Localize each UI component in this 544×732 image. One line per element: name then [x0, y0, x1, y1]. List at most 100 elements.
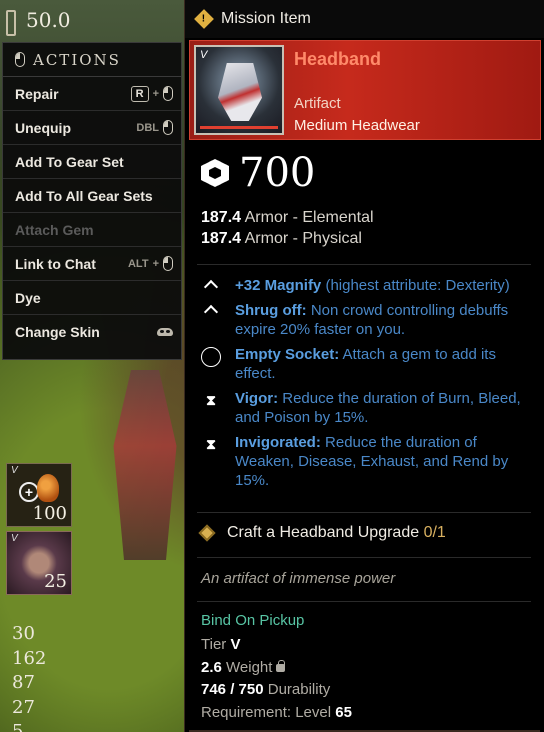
weight-label: Weight	[226, 658, 273, 676]
action-dye[interactable]: Dye	[3, 281, 181, 315]
key-alt: ALT	[127, 257, 149, 270]
mouse-icon	[163, 256, 173, 271]
weight-bar-icon	[6, 10, 16, 36]
action-label: Dye	[15, 289, 41, 306]
mouse-icon	[163, 120, 173, 135]
craft-count: 0/1	[423, 524, 446, 541]
gear-score: 700	[201, 150, 315, 196]
mouse-icon	[15, 52, 25, 67]
bind-status: Bind On Pickup	[201, 612, 305, 629]
item-rarity: Artifact	[294, 95, 341, 112]
actions-menu: ACTIONS Repair R + Unequip DBL Add To Ge…	[2, 42, 182, 360]
perk-name: Shrug off:	[235, 302, 307, 319]
perk-name: Vigor:	[235, 390, 279, 407]
item-info: Tier V 2.6 Weight 746 / 750 Durability R…	[201, 634, 352, 724]
action-label: Attach Gem	[15, 221, 94, 238]
hourglass-icon: ⧗	[206, 436, 216, 452]
armor-label: Armor - Elemental	[244, 209, 374, 226]
slot-quantity: 25	[44, 571, 67, 592]
divider	[197, 512, 531, 513]
action-add-to-gear-set[interactable]: Add To Gear Set	[3, 145, 181, 179]
armor-row: 187.4 Armor - Physical	[201, 228, 374, 249]
action-label: Link to Chat	[15, 255, 96, 272]
divider	[197, 264, 531, 265]
headband-icon	[218, 63, 262, 121]
divider	[197, 557, 531, 558]
perk-item: +32 Magnify (highest attribute: Dexterit…	[201, 276, 531, 295]
action-label: Change Skin	[15, 324, 100, 340]
craft-label: Craft a Headband Upgrade	[227, 524, 420, 541]
armor-value: 187.4	[201, 209, 242, 226]
item-type: Medium Headwear	[294, 117, 420, 134]
requirement-row: Requirement: Level 65	[201, 702, 352, 725]
perk-item: ⧗ Invigorated: Reduce the duration of We…	[201, 433, 531, 490]
key-dbl: DBL	[136, 121, 159, 134]
side-stat: 87	[12, 672, 35, 693]
gear-score-icon	[201, 159, 229, 187]
perk-item: Empty Socket: Attach a gem to add its ef…	[201, 345, 531, 383]
key-r: R	[130, 85, 149, 102]
slot-tier: V	[11, 533, 18, 544]
action-link-to-chat[interactable]: Link to Chat ALT +	[3, 247, 181, 281]
perk-name: +32 Magnify	[235, 277, 322, 294]
perk-list: +32 Magnify (highest attribute: Dexterit…	[201, 276, 531, 496]
hourglass-icon: ⧗	[206, 392, 216, 408]
side-stats: 30 162 87 27 5	[12, 622, 46, 732]
mission-label: Mission Item	[221, 10, 311, 27]
perk-desc: Reduce the duration of Burn, Bleed, and …	[235, 390, 521, 426]
armor-value: 187.4	[201, 230, 242, 247]
armor-row: 187.4 Armor - Elemental	[201, 207, 374, 228]
tier-label: Tier	[201, 636, 227, 653]
action-change-skin[interactable]: Change Skin	[3, 315, 181, 349]
durability-value: 746 / 750	[201, 681, 264, 698]
side-stat: 27	[12, 696, 35, 718]
action-hint: DBL	[136, 120, 173, 135]
chevron-up-icon	[201, 301, 221, 339]
perk-item: ⧗ Vigor: Reduce the duration of Burn, Bl…	[201, 389, 531, 427]
flavor-text: An artifact of immense power	[201, 570, 396, 587]
item-name: Headband	[294, 49, 382, 69]
plus-icon: +	[19, 482, 39, 502]
craft-objective: Craft a Headband Upgrade 0/1	[198, 524, 446, 542]
chevron-up-icon	[201, 276, 221, 295]
actions-title: ACTIONS	[33, 50, 121, 69]
perk-name: Invigorated:	[235, 434, 321, 451]
tier-row: Tier V	[201, 634, 352, 657]
inventory-slot[interactable]: V 25	[6, 531, 72, 595]
mouse-icon	[163, 86, 173, 101]
mission-item-bar: ! Mission Item	[185, 0, 544, 38]
weight-value: 2.6	[201, 658, 222, 676]
weight-row: 2.6 Weight	[201, 657, 352, 680]
durability-bar	[200, 126, 278, 129]
action-label: Add To All Gear Sets	[15, 187, 153, 204]
item-tier-badge: V	[200, 49, 208, 61]
action-label: Add To Gear Set	[15, 153, 124, 170]
requirement-label: Requirement: Level	[201, 703, 332, 721]
action-add-to-all-gear-sets[interactable]: Add To All Gear Sets	[3, 179, 181, 213]
perk-name: Empty Socket:	[235, 346, 340, 363]
tier-value: V	[230, 636, 241, 653]
potion-icon	[37, 474, 59, 502]
plus-sign: +	[152, 87, 159, 100]
craft-diamond-icon	[198, 524, 216, 542]
weight-icon	[276, 659, 286, 672]
side-stat: 30	[12, 623, 35, 644]
action-unequip[interactable]: Unequip DBL	[3, 111, 181, 145]
actions-header: ACTIONS	[3, 43, 181, 77]
durability-row: 746 / 750 Durability	[201, 679, 352, 702]
slot-quantity: 100	[32, 503, 67, 524]
item-header: V Headband Artifact Medium Headwear	[189, 40, 541, 140]
perk-item: Shrug off: Non crowd controlling debuffs…	[201, 301, 531, 339]
action-hint: R +	[130, 85, 173, 102]
inventory-slot[interactable]: V + 100	[6, 463, 72, 527]
mask-icon	[157, 328, 173, 336]
requirement-value: 65	[335, 703, 352, 721]
side-stat: 162	[12, 647, 47, 669]
slot-tier: V	[11, 465, 18, 476]
action-hint: ALT +	[128, 256, 173, 271]
action-label: Repair	[15, 85, 59, 102]
armor-stats: 187.4 Armor - Elemental 187.4 Armor - Ph…	[201, 207, 374, 249]
item-tooltip: ! Mission Item V Headband Artifact Mediu…	[184, 0, 544, 732]
item-image: V	[194, 45, 284, 135]
action-repair[interactable]: Repair R +	[3, 77, 181, 111]
